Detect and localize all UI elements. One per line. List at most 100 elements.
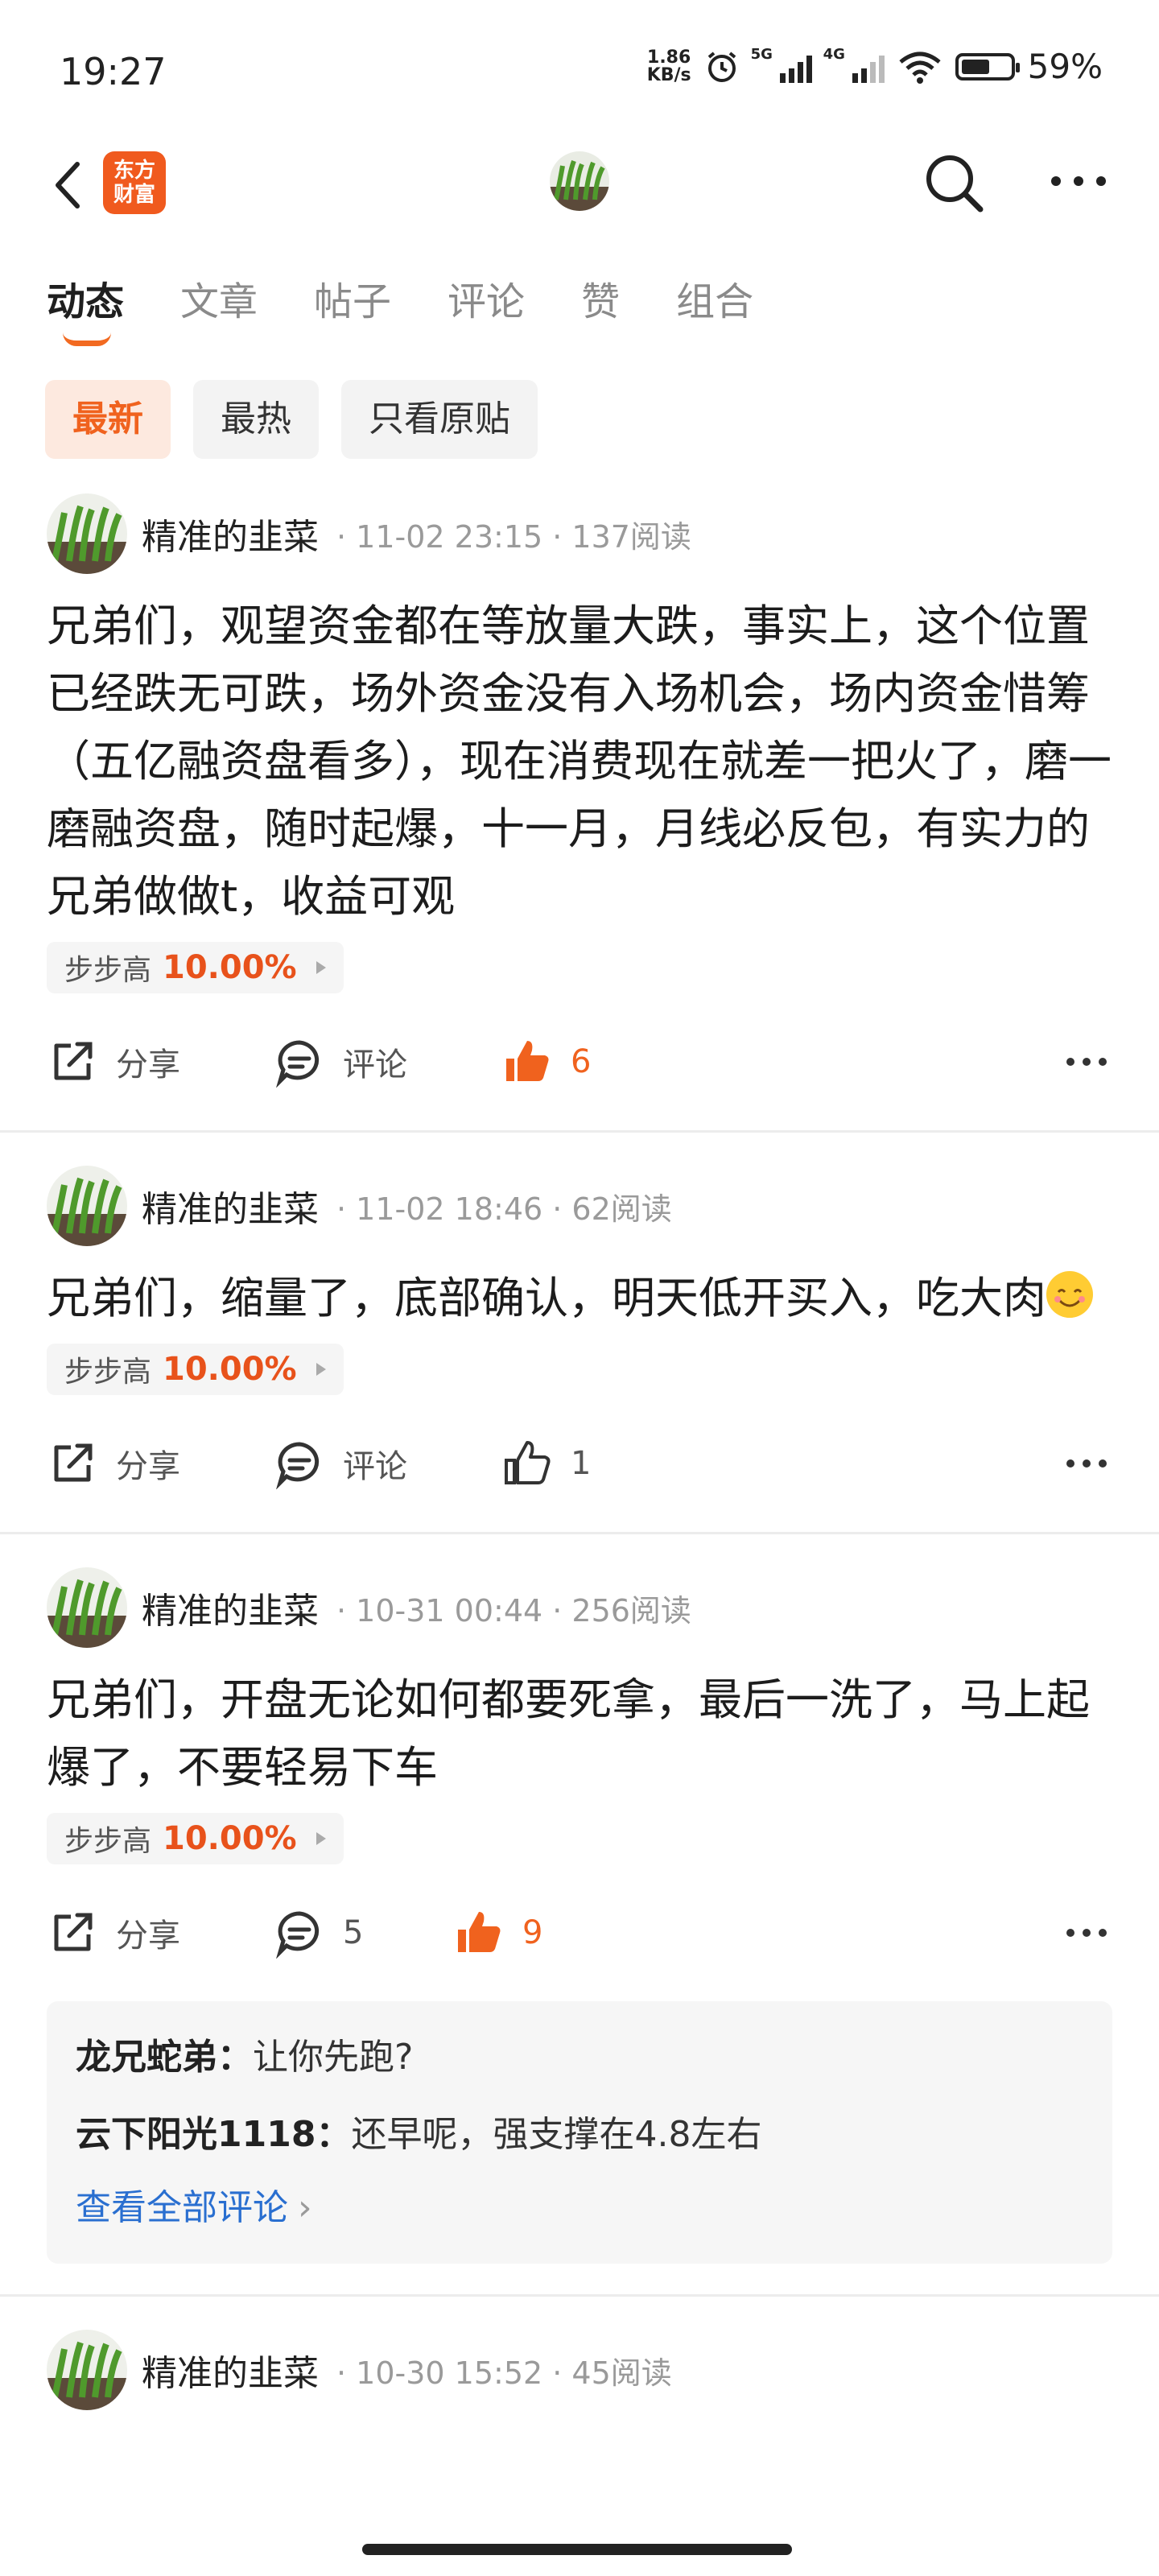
post-item[interactable]: 精准的韭菜 · 11-02 18:46 · 62阅读 兄弟们，缩量了，底部确认，… [0,1154,1159,1534]
filter-chips: 最新 最热 只看原贴 [45,380,538,459]
signal-5g-icon: 5G [751,46,812,83]
filter-original-only[interactable]: 只看原贴 [341,380,538,459]
battery-icon [955,52,1020,80]
post-feed: 精准的韭菜 · 11-02 23:15 · 137阅读 兄弟们，观望资金都在等放… [0,481,1159,2422]
net-speed-unit: KB/s [646,64,691,85]
share-icon [54,1042,93,1080]
post-more-button[interactable] [1061,1438,1112,1489]
post-actions: 分享 5 9 [47,1864,1112,2001]
comment-preview: 龙兄蛇弟：让你先跑? 云下阳光1118：还早呢，强支撑在4.8左右 查看全部评论 [47,2001,1112,2264]
comment-row[interactable]: 龙兄蛇弟：让你先跑? [76,2019,1083,2096]
post-header: 精准的韭菜 · 11-02 23:15 · 137阅读 [47,481,1112,586]
author-name[interactable]: 精准的韭菜 [142,2344,319,2396]
logo-line-2: 财富 [113,183,155,207]
profile-avatar[interactable] [550,151,609,211]
post-meta: · 11-02 18:46 · 62阅读 [336,1191,672,1227]
stock-tag[interactable]: 步步高 10.00% [47,942,344,993]
clock: 19:27 [60,50,167,93]
author-avatar[interactable] [47,493,127,574]
tab-likes[interactable]: 赞 [581,270,620,350]
share-button[interactable]: 分享 [47,1907,180,1959]
filter-hottest[interactable]: 最热 [193,380,319,459]
like-button[interactable]: 9 [453,1907,542,1959]
comment-icon [276,1040,320,1088]
comment-row[interactable]: 云下阳光1118：还早呢，强支撑在4.8左右 [76,2096,1083,2174]
more-icon[interactable] [1046,161,1111,201]
avatar-image [47,493,127,574]
tab-articles[interactable]: 文章 [180,270,258,350]
more-icon [1066,1459,1107,1468]
home-indicator[interactable] [362,2544,792,2555]
post-header: 精准的韭菜 · 10-31 00:44 · 256阅读 [47,1555,1112,1660]
battery-percent: 59% [1027,47,1103,86]
tab-posts[interactable]: 帖子 [314,270,391,350]
post-body-text: 兄弟们，缩量了，底部确认，明天低开买入，吃大肉 [47,1273,1046,1323]
status-bar: 19:27 1.86 KB/s 5G 4G 59% [0,0,1159,145]
like-count: 6 [571,1043,592,1080]
comment-user[interactable]: 龙兄蛇弟： [76,2037,253,2078]
play-triangle-icon [316,1363,326,1376]
like-button[interactable]: 1 [501,1438,591,1489]
stock-tag[interactable]: 步步高 10.00% [47,1813,344,1864]
wifi-icon [899,52,941,84]
post-item[interactable]: 精准的韭菜 · 10-31 00:44 · 256阅读 兄弟们，开盘无论如何都要… [0,1555,1159,2297]
comment-label: 评论 [343,1046,407,1084]
comment-user[interactable]: 云下阳光1118： [76,2114,351,2155]
view-all-comments-link[interactable]: 查看全部评论 [76,2174,1083,2243]
back-icon[interactable] [45,153,97,217]
comment-button[interactable]: 评论 [274,1438,407,1489]
post-actions: 分享 评论 1 [47,1395,1112,1532]
author-name[interactable]: 精准的韭菜 [142,1582,319,1633]
share-button[interactable]: 分享 [47,1036,180,1088]
author-name[interactable]: 精准的韭菜 [142,508,319,559]
stock-change: 10.00% [163,949,297,986]
stock-name: 步步高 [64,1825,152,1858]
stock-name: 步步高 [64,1356,152,1389]
share-button[interactable]: 分享 [47,1438,180,1489]
comment-button[interactable]: 评论 [274,1036,407,1088]
divider [0,2294,1159,2297]
comment-button[interactable]: 5 [274,1907,363,1959]
share-label: 分享 [116,1918,180,1955]
share-label: 分享 [116,1046,180,1084]
alarm-icon [707,51,736,82]
post-item[interactable]: 精准的韭菜 · 11-02 23:15 · 137阅读 兄弟们，观望资金都在等放… [0,481,1159,1133]
author-name[interactable]: 精准的韭菜 [142,1180,319,1232]
post-body[interactable]: 兄弟们，开盘无论如何都要死拿，最后一洗了，马上起爆了，不要轻易下车 [47,1666,1112,1802]
stock-change: 10.00% [163,1351,297,1388]
more-icon [1066,1929,1107,1937]
like-count: 1 [571,1445,592,1482]
app-logo[interactable]: 东方 财富 [103,151,166,214]
tab-comments[interactable]: 评论 [448,270,525,350]
more-icon [1066,1058,1107,1066]
author-avatar[interactable] [47,1166,127,1246]
tab-portfolio[interactable]: 组合 [676,270,753,350]
signal-4g-icon: 4G [823,46,885,83]
like-button[interactable]: 6 [501,1036,591,1088]
stock-tag[interactable]: 步步高 10.00% [47,1344,344,1395]
post-meta: · 10-30 15:52 · 45阅读 [336,2355,672,2391]
thumbs-up-icon [506,1041,549,1081]
filter-latest[interactable]: 最新 [45,380,171,459]
play-triangle-icon [316,961,326,974]
post-body[interactable]: 兄弟们，缩量了，底部确认，明天低开买入，吃大肉 [47,1265,1112,1332]
comment-icon [276,1442,320,1489]
avatar-image [47,2330,127,2410]
avatar-image [550,151,609,211]
play-triangle-icon [316,1832,326,1845]
search-icon[interactable] [922,151,987,216]
post-meta: · 11-02 23:15 · 137阅读 [336,518,691,555]
post-more-button[interactable] [1061,1036,1112,1088]
comment-count: 5 [343,1914,364,1951]
author-avatar[interactable] [47,1567,127,1648]
post-item[interactable]: 精准的韭菜 · 10-30 15:52 · 45阅读 [0,2318,1159,2422]
share-label: 分享 [116,1448,180,1485]
author-avatar[interactable] [47,2330,127,2410]
post-header: 精准的韭菜 · 10-30 15:52 · 45阅读 [47,2318,1112,2422]
comment-text: 还早呢，强支撑在4.8左右 [351,2114,762,2155]
post-body[interactable]: 兄弟们，观望资金都在等放量大跌，事实上，这个位置已经跌无可跌，场外资金没有入场机… [47,592,1112,931]
post-more-button[interactable] [1061,1907,1112,1959]
tab-dongtai[interactable]: 动态 [47,270,124,350]
net-speed-value: 1.86 [647,47,691,68]
post-actions: 分享 评论 6 [47,993,1112,1130]
